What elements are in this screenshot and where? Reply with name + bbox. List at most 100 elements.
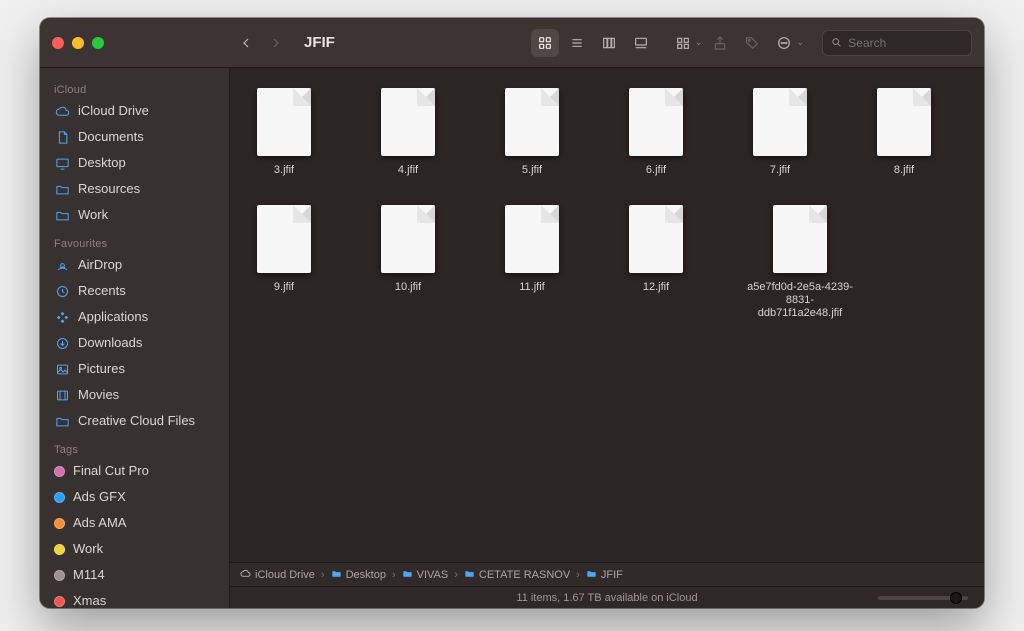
file-item[interactable]: 5.jfif <box>492 88 572 177</box>
file-icon <box>381 205 435 273</box>
clock-icon <box>54 283 70 299</box>
sidebar-item-m114[interactable]: M114 <box>40 562 229 588</box>
share-button[interactable] <box>706 29 734 57</box>
sidebar-item-airdrop[interactable]: AirDrop <box>40 252 229 278</box>
file-label: 9.jfif <box>274 281 294 294</box>
fullscreen-window-button[interactable] <box>92 37 104 49</box>
gallery-view-button[interactable] <box>627 29 655 57</box>
file-grid-area[interactable]: 3.jfif 4.jfif 5.jfif 6.jfif 7.jfif 8.jfif 9.jf… <box>230 68 984 562</box>
sidebar-item-label: Xmas <box>73 591 106 608</box>
path-segment[interactable]: CETATE RASNOV <box>464 568 570 582</box>
zoom-knob[interactable] <box>950 592 962 604</box>
zoom-slider[interactable] <box>878 596 968 600</box>
path-segment-label: VIVAS <box>417 569 449 581</box>
sidebar-item-label: Resources <box>78 179 140 199</box>
path-bar[interactable]: iCloud Drive›Desktop›VIVAS›CETATE RASNOV… <box>230 562 984 586</box>
forward-button[interactable] <box>262 29 290 57</box>
close-window-button[interactable] <box>52 37 64 49</box>
search-input[interactable] <box>848 36 963 50</box>
sidebar-item-label: Ads GFX <box>73 487 126 507</box>
file-item[interactable]: 7.jfif <box>740 88 820 177</box>
cloud-icon <box>240 568 251 582</box>
sidebar-item-label: Final Cut Pro <box>73 461 149 481</box>
toolbar-actions: ⌄ ⌄ <box>669 29 804 57</box>
sidebar-item-documents[interactable]: Documents <box>40 124 229 150</box>
minimize-window-button[interactable] <box>72 37 84 49</box>
sidebar-item-ads-gfx[interactable]: Ads GFX <box>40 484 229 510</box>
file-item[interactable]: 10.jfif <box>368 205 448 320</box>
sidebar-item-resources[interactable]: Resources <box>40 176 229 202</box>
sidebar-item-label: iCloud Drive <box>78 101 149 121</box>
apps-icon <box>54 309 70 325</box>
sidebar-item-work[interactable]: Work <box>40 536 229 562</box>
tag-dot-icon <box>54 570 65 581</box>
sidebar-item-pictures[interactable]: Pictures <box>40 356 229 382</box>
tags-button[interactable] <box>738 29 766 57</box>
sidebar-item-creative-cloud-files[interactable]: Creative Cloud Files <box>40 408 229 434</box>
path-segment[interactable]: iCloud Drive <box>240 568 315 582</box>
sidebar-item-label: Applications <box>78 307 148 327</box>
sidebar-item-recents[interactable]: Recents <box>40 278 229 304</box>
path-segment-label: iCloud Drive <box>255 569 315 581</box>
sidebar-item-desktop[interactable]: Desktop <box>40 150 229 176</box>
file-item[interactable]: 8.jfif <box>864 88 944 177</box>
sidebar-item-label: Work <box>78 205 108 225</box>
chevron-down-icon: ⌄ <box>796 37 804 48</box>
file-item[interactable]: 11.jfif <box>492 205 572 320</box>
file-icon <box>257 88 311 156</box>
path-segment[interactable]: JFIF <box>586 568 623 582</box>
folder-icon <box>54 207 70 223</box>
file-label: 12.jfif <box>643 281 669 294</box>
sidebar-item-downloads[interactable]: Downloads <box>40 330 229 356</box>
search-field[interactable] <box>822 30 972 56</box>
sidebar-item-applications[interactable]: Applications <box>40 304 229 330</box>
status-text: 11 items, 1.67 TB available on iCloud <box>516 592 697 604</box>
file-label: 11.jfif <box>519 281 544 294</box>
sidebar-item-icloud-drive[interactable]: iCloud Drive <box>40 98 229 124</box>
path-segment[interactable]: VIVAS <box>402 568 449 582</box>
file-item[interactable]: 9.jfif <box>244 205 324 320</box>
path-segment-label: JFIF <box>601 569 623 581</box>
view-switcher <box>531 29 655 57</box>
airdrop-icon <box>54 257 70 273</box>
column-view-button[interactable] <box>595 29 623 57</box>
sidebar-item-final-cut-pro[interactable]: Final Cut Pro <box>40 458 229 484</box>
sidebar-item-ads-ama[interactable]: Ads AMA <box>40 510 229 536</box>
path-segment-label: Desktop <box>346 569 386 581</box>
file-item[interactable]: 6.jfif <box>616 88 696 177</box>
group-by-button[interactable] <box>669 29 697 57</box>
chevron-right-icon: › <box>321 569 325 581</box>
sidebar-item-label: Recents <box>78 281 126 301</box>
file-icon <box>877 88 931 156</box>
folder-icon <box>54 181 70 197</box>
sidebar-item-label: Downloads <box>78 333 142 353</box>
path-segment[interactable]: Desktop <box>331 568 386 582</box>
sidebar-item-label: Desktop <box>78 153 126 173</box>
file-label: 3.jfif <box>274 164 294 177</box>
sidebar-item-work[interactable]: Work <box>40 202 229 228</box>
file-item[interactable]: 4.jfif <box>368 88 448 177</box>
sidebar[interactable]: iCloudiCloud DriveDocumentsDesktopResour… <box>40 68 230 608</box>
nav-buttons <box>232 29 290 57</box>
list-view-button[interactable] <box>563 29 591 57</box>
file-item[interactable]: 12.jfif <box>616 205 696 320</box>
image-icon <box>54 361 70 377</box>
back-button[interactable] <box>232 29 260 57</box>
sidebar-item-movies[interactable]: Movies <box>40 382 229 408</box>
chevron-down-icon: ⌄ <box>695 37 703 48</box>
icon-view-button[interactable] <box>531 29 559 57</box>
sidebar-item-label: M114 <box>73 565 105 585</box>
more-options-button[interactable] <box>770 29 798 57</box>
sidebar-item-label: Work <box>73 539 103 559</box>
folder-icon <box>464 568 475 582</box>
titlebar: JFIF ⌄ <box>40 18 984 68</box>
file-item[interactable]: 3.jfif <box>244 88 324 177</box>
sidebar-item-xmas[interactable]: Xmas <box>40 588 229 608</box>
chevron-right-icon: › <box>454 569 458 581</box>
sidebar-item-label: Pictures <box>78 359 125 379</box>
sidebar-item-label: AirDrop <box>78 255 122 275</box>
file-icon <box>753 88 807 156</box>
file-item[interactable]: a5e7fd0d-2e5a-4239-8831-ddb71f1a2e48.jfi… <box>740 205 860 320</box>
file-label: 7.jfif <box>770 164 790 177</box>
sidebar-item-label: Documents <box>78 127 144 147</box>
